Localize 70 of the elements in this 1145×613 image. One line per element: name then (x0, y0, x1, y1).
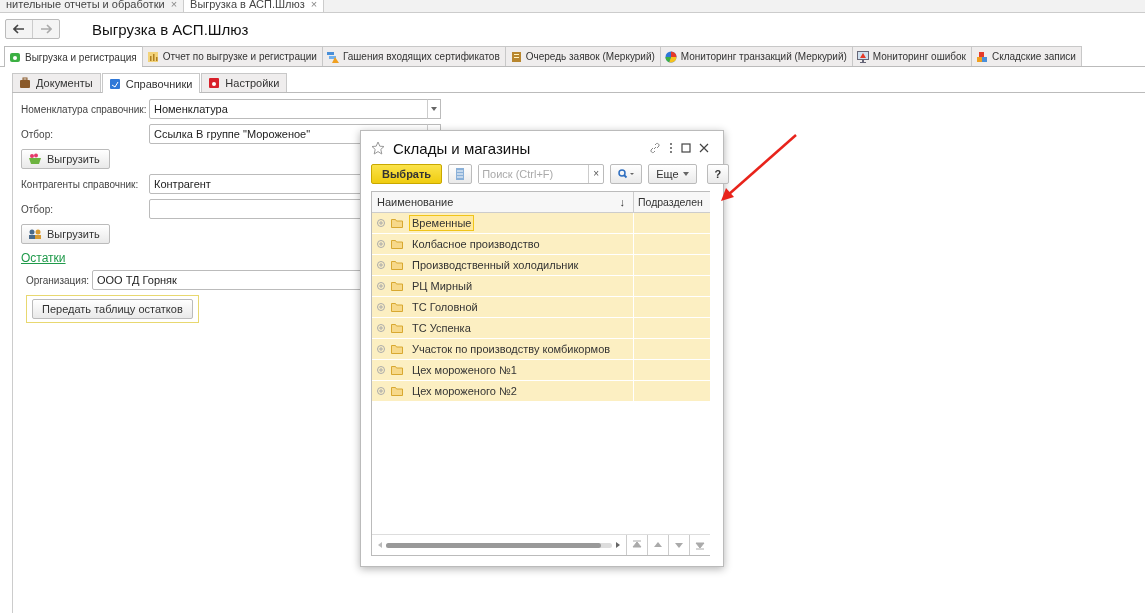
field-label: Контрагенты справочник: (21, 178, 140, 190)
caret-icon (431, 107, 437, 111)
list-icon (456, 168, 465, 180)
scroll-right-icon (616, 542, 620, 548)
field-label: Отбор: (21, 203, 54, 215)
page-title: Выгрузка в АСП.Шлюз (92, 20, 249, 38)
chart-icon (146, 50, 159, 63)
column-header[interactable]: Наименование ↓ (372, 192, 634, 212)
upload-button[interactable]: Выгрузить (21, 149, 110, 169)
search-button[interactable] (610, 164, 643, 184)
close-icon[interactable]: × (310, 0, 318, 10)
upload-button[interactable]: Передать таблицу остатков (32, 299, 193, 319)
box-icon (9, 51, 21, 63)
search-field[interactable]: Поиск (Ctrl+F) × (478, 164, 605, 184)
list-button[interactable] (448, 164, 473, 184)
scroll-bottom-icon (695, 540, 705, 550)
scroll-top-icon (632, 540, 642, 550)
select-button[interactable]: Выбрать (371, 164, 443, 184)
list-icon (326, 50, 339, 63)
expand-icon (377, 345, 385, 353)
back-arrow-icon (13, 24, 25, 34)
column-header[interactable]: Подразделен (634, 192, 703, 212)
expand-icon (377, 324, 385, 332)
list-item[interactable]: ТС Головной (409, 299, 481, 315)
field-label: Номенклатура справочник: (21, 103, 148, 115)
more-button[interactable]: Еще (648, 164, 697, 184)
people-icon (28, 228, 42, 240)
input-field[interactable]: Номенклатура (149, 99, 429, 119)
scroll-down-icon (674, 540, 684, 550)
maximize-icon (681, 143, 691, 153)
open-tab[interactable]: Выгрузка в АСП.Шлюз × (184, 0, 325, 12)
monitor-icon (856, 50, 869, 63)
close-icon (699, 143, 709, 153)
expand-icon (377, 282, 385, 290)
help-button[interactable]: ? (706, 164, 730, 184)
boxes-icon (975, 50, 988, 63)
link-icon (649, 142, 661, 154)
tab[interactable]: Мониторинг ошибок (851, 46, 972, 66)
expand-icon (377, 219, 385, 227)
expand-icon (377, 303, 385, 311)
tab[interactable]: Настройки (201, 73, 288, 92)
basket-icon (28, 153, 42, 165)
expand-icon (377, 366, 385, 374)
field-label: Организация: (26, 274, 91, 286)
pie-chart-icon (664, 50, 677, 63)
scroll-left-icon (378, 542, 382, 548)
more-icon (669, 142, 673, 154)
forward-arrow-icon (40, 24, 52, 34)
star-icon (371, 141, 385, 155)
tab[interactable]: Гашения входящих сертификатов (321, 46, 506, 66)
field-label: Отбор: (21, 128, 54, 140)
expand-icon (377, 240, 385, 248)
horizontal-scrollbar[interactable] (386, 542, 612, 548)
tab[interactable]: Справочники (101, 73, 201, 93)
briefcase-icon (19, 77, 31, 89)
upload-button[interactable]: Выгрузить (21, 224, 110, 244)
list-item[interactable]: ТС Успенка (409, 320, 474, 336)
tab[interactable]: Мониторинг транзакций (Меркурий) (659, 46, 853, 66)
caret-icon (682, 172, 689, 176)
list-item[interactable]: Временные (409, 215, 475, 231)
tab[interactable]: Отчет по выгрузке и регистрации (141, 46, 323, 66)
scroll-up-icon (653, 540, 663, 550)
tab[interactable]: Складские записи (970, 46, 1082, 66)
expand-icon (377, 387, 385, 395)
expand-icon (377, 261, 385, 269)
tab[interactable]: Очередь заявок (Меркурий) (504, 46, 661, 66)
tab[interactable]: Выгрузка и регистрация (4, 46, 143, 67)
section-link[interactable]: Остатки (21, 251, 66, 265)
search-icon (618, 169, 635, 179)
tab[interactable]: Документы (12, 73, 101, 92)
